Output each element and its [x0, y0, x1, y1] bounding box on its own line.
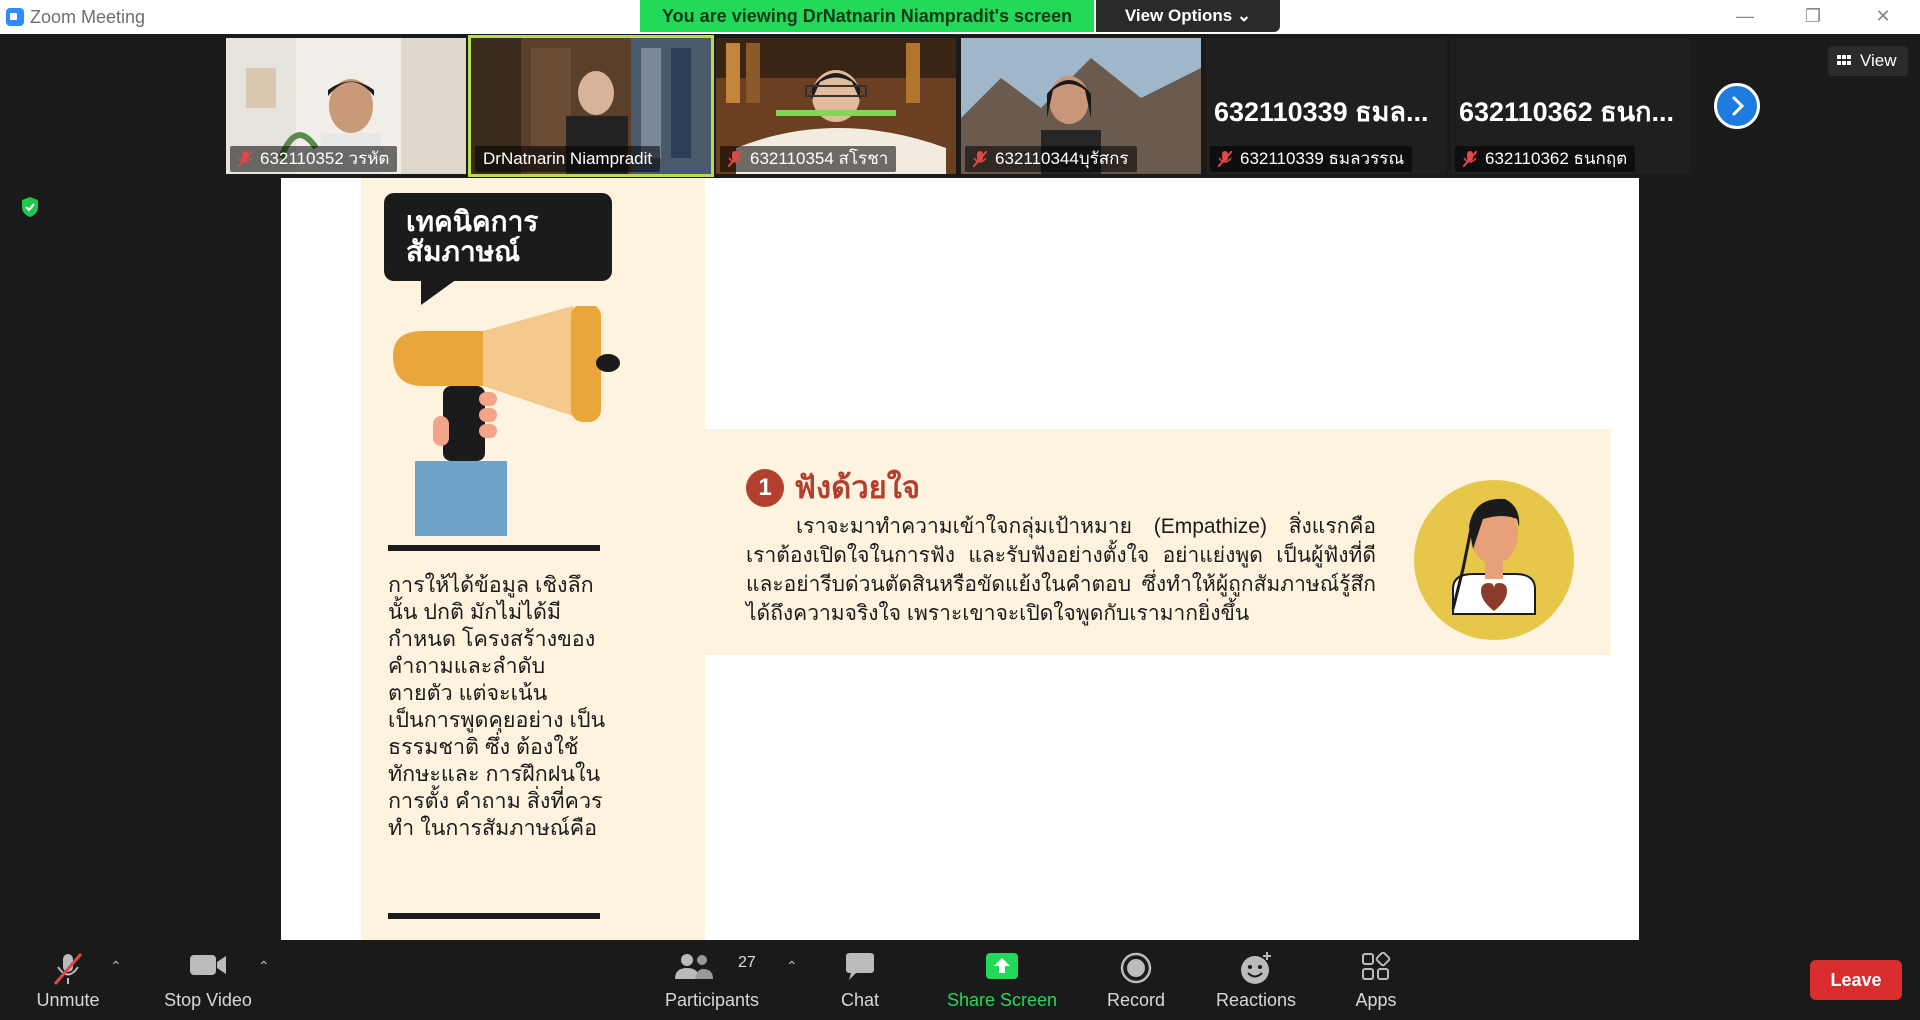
participant-name: DrNatnarin Niampradit — [475, 146, 661, 172]
speech-bubble-tail — [421, 279, 457, 305]
close-icon[interactable]: ✕ — [1860, 0, 1906, 34]
participants-icon — [675, 954, 714, 979]
video-camera-icon — [190, 955, 226, 975]
view-options-label: View Options — [1124, 6, 1233, 25]
participant-tile-active-speaker[interactable]: DrNatnarin Niampradit — [468, 35, 714, 177]
participant-display-name: 632110362 ธนก... — [1459, 97, 1674, 127]
share-screen-button[interactable]: Share Screen — [942, 940, 1062, 1020]
video-options-chevron-icon[interactable]: ⌃ — [258, 958, 270, 975]
encryption-shield-icon[interactable] — [20, 196, 40, 218]
participant-display-name: 632110339 ธมล... — [1214, 97, 1429, 127]
view-label: View — [1860, 51, 1897, 70]
participant-tile[interactable]: 632110352 วรหัต — [226, 38, 466, 174]
viewing-banner: You are viewing DrNatnarin Niampradit's … — [640, 0, 1094, 32]
chevron-right-icon — [1732, 96, 1745, 116]
record-icon — [1120, 952, 1152, 984]
mic-muted-icon — [973, 151, 987, 167]
mic-muted-icon — [728, 151, 742, 167]
divider-line — [388, 913, 600, 919]
participant-tile[interactable]: 632110354 สโรชา — [716, 38, 956, 174]
leave-button[interactable]: Leave — [1810, 960, 1902, 1000]
participant-name: 632110339 ธมลวรรณ — [1210, 146, 1413, 172]
megaphone-illustration — [393, 306, 620, 536]
grid-icon — [1837, 55, 1851, 65]
chat-bubble-icon — [846, 953, 874, 980]
reactions-button[interactable]: Reactions — [1206, 940, 1306, 1020]
stop-video-button[interactable]: Stop Video — [150, 940, 266, 1020]
slide-title-tag: เทคนิคการ สัมภาษณ์ — [384, 193, 612, 281]
participants-count: 27 — [738, 954, 756, 971]
chat-button[interactable]: Chat — [820, 940, 900, 1020]
restore-icon[interactable]: ❐ — [1790, 0, 1836, 34]
slide-heading: ฟังด้วยใจ — [794, 470, 921, 505]
view-layout-button[interactable]: View — [1828, 46, 1908, 76]
participant-name: 632110352 วรหัต — [230, 146, 398, 172]
participant-tile[interactable]: 632110344บุรัสกร — [961, 38, 1201, 174]
zoom-meeting-window: Zoom Meeting You are viewing DrNatnarin … — [0, 0, 1920, 1020]
slide-left-text: การให้ได้ข้อมูล เชิงลึกนั้น ปกติ มักไม่ไ… — [388, 573, 606, 840]
participant-name: 632110362 ธนกฤต — [1455, 146, 1636, 172]
window-title: Zoom Meeting — [30, 7, 146, 27]
shared-screen: เทคนิคการ สัมภาษณ์ การให้ได้ข้อมูล เชิงล… — [281, 178, 1639, 940]
unmute-button[interactable]: Unmute — [18, 940, 118, 1020]
next-page-button[interactable] — [1714, 83, 1760, 129]
emoji-reaction-icon — [1241, 952, 1271, 984]
minimize-icon[interactable]: — — [1722, 0, 1768, 34]
title-bar: Zoom Meeting You are viewing DrNatnarin … — [0, 0, 1920, 34]
participants-options-chevron-icon[interactable]: ⌃ — [786, 958, 798, 975]
participant-tile[interactable]: 632110339 ธมล... 632110339 ธมลวรรณ — [1206, 38, 1446, 174]
apps-icon — [1362, 952, 1391, 980]
audio-options-chevron-icon[interactable]: ⌃ — [110, 958, 122, 975]
divider-line — [388, 545, 600, 551]
participant-tile[interactable]: 632110362 ธนก... 632110362 ธนกฤต — [1451, 38, 1691, 174]
apps-button[interactable]: Apps — [1336, 940, 1416, 1020]
mic-muted-icon — [53, 953, 83, 985]
share-screen-icon — [986, 953, 1018, 979]
mic-muted-icon — [238, 151, 252, 167]
listener-illustration — [1414, 480, 1574, 640]
slide-body-text: เราจะมาทำความเข้าใจกลุ่มเป้าหมาย (Empath… — [746, 515, 1376, 625]
record-button[interactable]: Record — [1096, 940, 1176, 1020]
participants-button[interactable]: Participants — [652, 940, 772, 1020]
view-options-button[interactable]: View Options ⌄ — [1096, 0, 1280, 32]
chevron-down-icon: ⌄ — [1236, 6, 1252, 25]
step-number-badge: 1 — [746, 469, 784, 507]
mic-muted-icon — [1463, 151, 1477, 167]
meeting-toolbar: Unmute ⌃ Stop Video ⌃ Participants 27 ⌃ — [0, 940, 1920, 1020]
mic-muted-icon — [1218, 151, 1232, 167]
zoom-logo-icon — [6, 8, 24, 26]
participant-name: 632110354 สโรชา — [720, 146, 897, 172]
participant-name: 632110344บุรัสกร — [965, 146, 1137, 172]
